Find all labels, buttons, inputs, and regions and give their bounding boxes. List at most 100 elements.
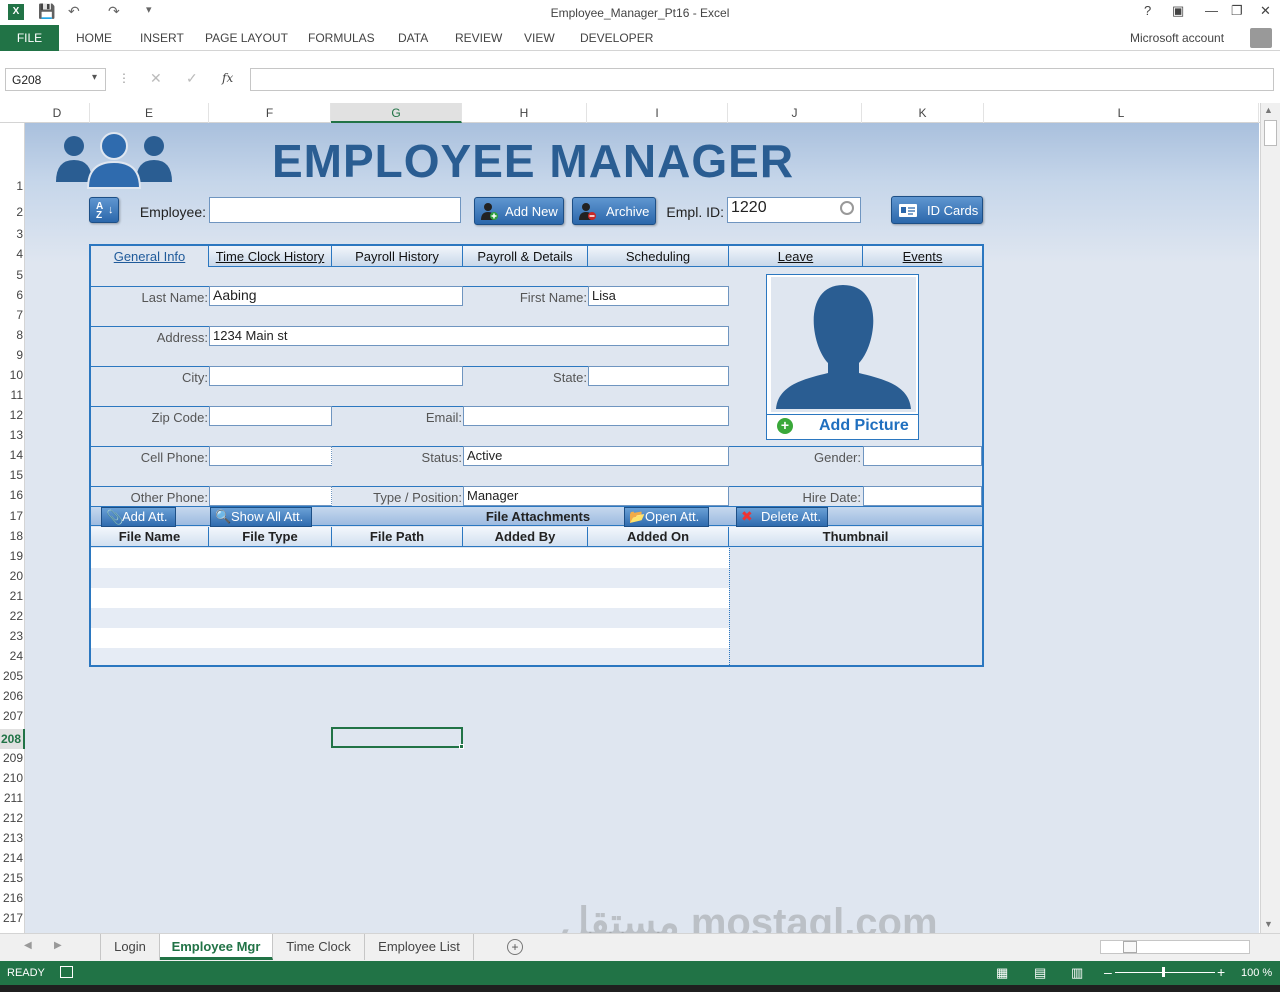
row-header[interactable]: 16	[0, 488, 25, 502]
sort-button[interactable]: AZ ↓	[89, 197, 119, 223]
zoom-out-icon[interactable]: –	[1104, 964, 1112, 980]
formula-input[interactable]	[250, 68, 1274, 91]
list-item[interactable]	[91, 628, 729, 648]
tab-payroll-details[interactable]: Payroll & Details	[463, 246, 588, 267]
column-header-i[interactable]: I	[587, 103, 728, 123]
column-header-l[interactable]: L	[984, 103, 1259, 123]
state-field[interactable]	[588, 366, 729, 386]
row-header[interactable]: 1	[0, 179, 25, 193]
tab-data[interactable]: DATA	[398, 31, 428, 45]
column-header-h[interactable]: H	[462, 103, 587, 123]
delete-attachment-button[interactable]: ✖ Delete Att.	[736, 507, 828, 527]
list-item[interactable]	[91, 548, 729, 568]
employee-picture-box[interactable]: + Add Picture	[766, 274, 919, 440]
row-header-selected[interactable]: 208	[0, 729, 25, 749]
other-phone-field[interactable]	[209, 486, 332, 506]
page-break-view-icon[interactable]: ▥	[1071, 965, 1083, 981]
page-layout-view-icon[interactable]: ▤	[1034, 965, 1046, 981]
zoom-slider-thumb[interactable]	[1162, 967, 1165, 977]
name-box-dropdown-icon[interactable]: ▾	[92, 72, 97, 83]
row-header[interactable]: 215	[0, 871, 25, 885]
archive-button[interactable]: Archive	[572, 197, 656, 225]
file-tab[interactable]: FILE	[0, 25, 59, 51]
normal-view-icon[interactable]: ▦	[996, 965, 1008, 981]
column-header-k[interactable]: K	[862, 103, 984, 123]
row-header[interactable]: 15	[0, 468, 25, 482]
row-header[interactable]: 19	[0, 549, 25, 563]
scroll-thumb[interactable]	[1264, 120, 1277, 146]
first-name-field[interactable]: Lisa	[588, 286, 729, 306]
column-thumbnail[interactable]: Thumbnail	[729, 527, 982, 547]
tab-formulas[interactable]: FORMULAS	[308, 31, 375, 45]
last-name-field[interactable]: Aabing	[209, 286, 463, 306]
row-header[interactable]: 207	[0, 709, 25, 723]
cell-phone-field[interactable]	[209, 446, 332, 466]
email-field[interactable]	[463, 406, 729, 426]
column-file-name[interactable]: File Name	[91, 527, 209, 547]
cancel-icon[interactable]: ✕	[150, 70, 162, 87]
row-header[interactable]: 7	[0, 308, 25, 322]
thumbnail-area[interactable]	[730, 548, 982, 665]
row-header[interactable]: 216	[0, 891, 25, 905]
row-header[interactable]: 8	[0, 328, 25, 342]
restore-icon[interactable]: ❐	[1231, 3, 1243, 19]
close-icon[interactable]: ✕	[1260, 3, 1271, 19]
enter-icon[interactable]: ✓	[186, 70, 198, 87]
row-header[interactable]: 20	[0, 569, 25, 583]
row-header[interactable]: 213	[0, 831, 25, 845]
scroll-down-icon[interactable]: ▼	[1264, 919, 1273, 929]
gender-field[interactable]	[863, 446, 982, 466]
insert-function-icon[interactable]: fx	[222, 71, 233, 85]
column-added-on[interactable]: Added On	[588, 527, 729, 547]
selected-cell[interactable]	[331, 727, 463, 748]
scroll-up-icon[interactable]: ▲	[1264, 105, 1273, 115]
row-header[interactable]: 17	[0, 509, 25, 523]
row-header[interactable]: 212	[0, 811, 25, 825]
row-header[interactable]: 4	[0, 247, 25, 261]
column-header-f[interactable]: F	[209, 103, 331, 123]
column-header-j[interactable]: J	[728, 103, 862, 123]
prev-sheet-icon[interactable]: ◀	[24, 940, 32, 951]
open-attachment-button[interactable]: 📂 Open Att.	[624, 507, 709, 527]
name-box[interactable]: G208	[5, 68, 106, 91]
help-icon[interactable]: ?	[1144, 3, 1151, 18]
tab-leave[interactable]: Leave	[729, 246, 863, 267]
id-cards-button[interactable]: ID Cards	[891, 196, 983, 224]
row-header[interactable]: 5	[0, 268, 25, 282]
avatar[interactable]	[1250, 28, 1272, 48]
tab-review[interactable]: REVIEW	[455, 31, 502, 45]
row-header[interactable]: 217	[0, 911, 25, 925]
row-header[interactable]: 205	[0, 669, 25, 683]
row-header[interactable]: 10	[0, 368, 25, 382]
tab-time-clock-history[interactable]: Time Clock History	[209, 246, 332, 267]
column-header-d[interactable]: D	[25, 103, 90, 123]
tab-view[interactable]: VIEW	[524, 31, 555, 45]
next-sheet-icon[interactable]: ▶	[54, 940, 62, 951]
tab-scheduling[interactable]: Scheduling	[588, 246, 729, 267]
row-header[interactable]: 13	[0, 428, 25, 442]
add-new-button[interactable]: Add New	[474, 197, 564, 225]
list-item[interactable]	[91, 568, 729, 588]
column-header-e[interactable]: E	[90, 103, 209, 123]
row-header[interactable]: 23	[0, 629, 25, 643]
sheet-tab-time-clock[interactable]: Time Clock	[273, 934, 365, 960]
row-header[interactable]: 18	[0, 529, 25, 543]
tab-home[interactable]: HOME	[76, 31, 112, 45]
add-icon[interactable]: +	[777, 418, 793, 434]
row-header[interactable]: 206	[0, 689, 25, 703]
type-position-field[interactable]: Manager	[463, 486, 729, 506]
row-header[interactable]: 6	[0, 288, 25, 302]
add-picture-link[interactable]: Add Picture	[819, 417, 909, 435]
macro-record-icon[interactable]	[60, 966, 73, 978]
horizontal-scrollbar[interactable]	[1100, 940, 1250, 954]
zoom-in-icon[interactable]: +	[1217, 964, 1225, 980]
tab-general-info[interactable]: General Info	[91, 246, 209, 267]
sheet-tab-employee-list[interactable]: Employee List	[365, 934, 474, 960]
address-field[interactable]: 1234 Main st	[209, 326, 729, 346]
row-header[interactable]: 2	[0, 205, 25, 219]
row-header[interactable]: 210	[0, 771, 25, 785]
hire-date-field[interactable]	[863, 486, 982, 506]
add-sheet-icon[interactable]: +	[507, 939, 523, 955]
row-header[interactable]: 21	[0, 589, 25, 603]
ribbon-display-icon[interactable]: ▣	[1172, 3, 1184, 19]
